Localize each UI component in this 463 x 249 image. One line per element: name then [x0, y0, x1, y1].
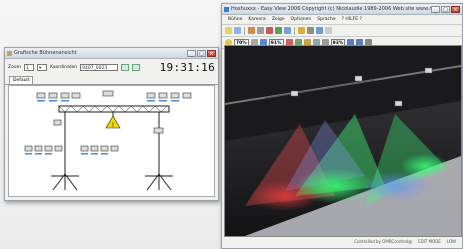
- zoom-dropdown[interactable]: ▾: [36, 63, 47, 71]
- grid-button[interactable]: [121, 63, 130, 71]
- menu-zeige[interactable]: Zeige: [272, 17, 285, 22]
- settings-icon[interactable]: [325, 27, 332, 34]
- status-mode: EDIT MODE: [418, 239, 441, 244]
- toolbar-1: [222, 25, 462, 37]
- maximize-button[interactable]: □: [197, 49, 206, 57]
- stage-view-title: Grafische Bühnenansicht: [14, 50, 77, 56]
- stage-view-titlebar[interactable]: Grafische Bühnenansicht _ □ ×: [5, 48, 218, 59]
- menu-sprache[interactable]: Sprache: [317, 17, 335, 22]
- menu-optionen[interactable]: Optionen: [291, 17, 312, 22]
- stage-view-window: Grafische Bühnenansicht _ □ × Zoom 1 ▾ K…: [4, 47, 219, 201]
- zoom-spinner[interactable]: 1: [23, 63, 34, 71]
- close-button[interactable]: ×: [451, 5, 460, 13]
- truss-diagram: !: [24, 90, 192, 191]
- open-icon[interactable]: [225, 27, 232, 34]
- stage-controls: Zoom 1 ▾ Koordinaten 0407_0023 19:31:16: [5, 59, 218, 75]
- scene-render: [225, 46, 461, 236]
- easy-view-titlebar[interactable]: Hoxhuxxx - Easy View 2006 Copyright (c) …: [222, 4, 462, 15]
- minimize-button[interactable]: _: [187, 49, 196, 57]
- status-controlled: Controlled by OMRCcontrol@: [354, 239, 413, 244]
- view-button[interactable]: [132, 63, 141, 71]
- view-icon[interactable]: [284, 27, 291, 34]
- menu-buehne[interactable]: Bühne: [228, 17, 242, 22]
- truss-icon[interactable]: [316, 27, 323, 34]
- coord-field[interactable]: 0407_0023: [80, 63, 119, 71]
- play-icon[interactable]: [275, 27, 282, 34]
- clock-display: 19:31:16: [159, 60, 215, 74]
- 3d-scene-viewport[interactable]: [224, 45, 462, 237]
- minimize-button[interactable]: _: [431, 5, 440, 13]
- save-icon[interactable]: [234, 27, 241, 34]
- fixture-icon[interactable]: [307, 27, 314, 34]
- grid-icon[interactable]: [257, 27, 264, 34]
- record-icon[interactable]: [266, 27, 273, 34]
- zoom-label: Zoom: [8, 64, 21, 70]
- tab-default[interactable]: Default: [9, 76, 34, 84]
- close-button[interactable]: ×: [207, 49, 216, 57]
- coord-label: Koordinaten: [49, 64, 78, 70]
- svg-text:!: !: [112, 122, 114, 129]
- light-icon[interactable]: [298, 27, 305, 34]
- status-level: LOW: [446, 239, 456, 244]
- stage-canvas[interactable]: !: [8, 85, 215, 197]
- easy-view-window: Hoxhuxxx - Easy View 2006 Copyright (c) …: [221, 3, 463, 249]
- tab-row: Default: [5, 75, 218, 85]
- camera-icon[interactable]: [248, 27, 255, 34]
- menu-kamera[interactable]: Kamera: [248, 17, 265, 22]
- menu-bar: Bühne Kamera Zeige Optionen Sprache ? HI…: [222, 15, 462, 25]
- app-icon: [224, 6, 229, 12]
- menu-hilfe[interactable]: ? HILFE ?: [342, 17, 362, 22]
- fixture-1: [290, 90, 299, 97]
- easy-view-title: Hoxhuxxx - Easy View 2006 Copyright (c) …: [231, 6, 431, 12]
- stage-icon: [7, 50, 12, 56]
- status-bar: Controlled by OMRCcontrol@ EDIT MODE LOW: [224, 237, 460, 246]
- maximize-button[interactable]: □: [441, 5, 450, 13]
